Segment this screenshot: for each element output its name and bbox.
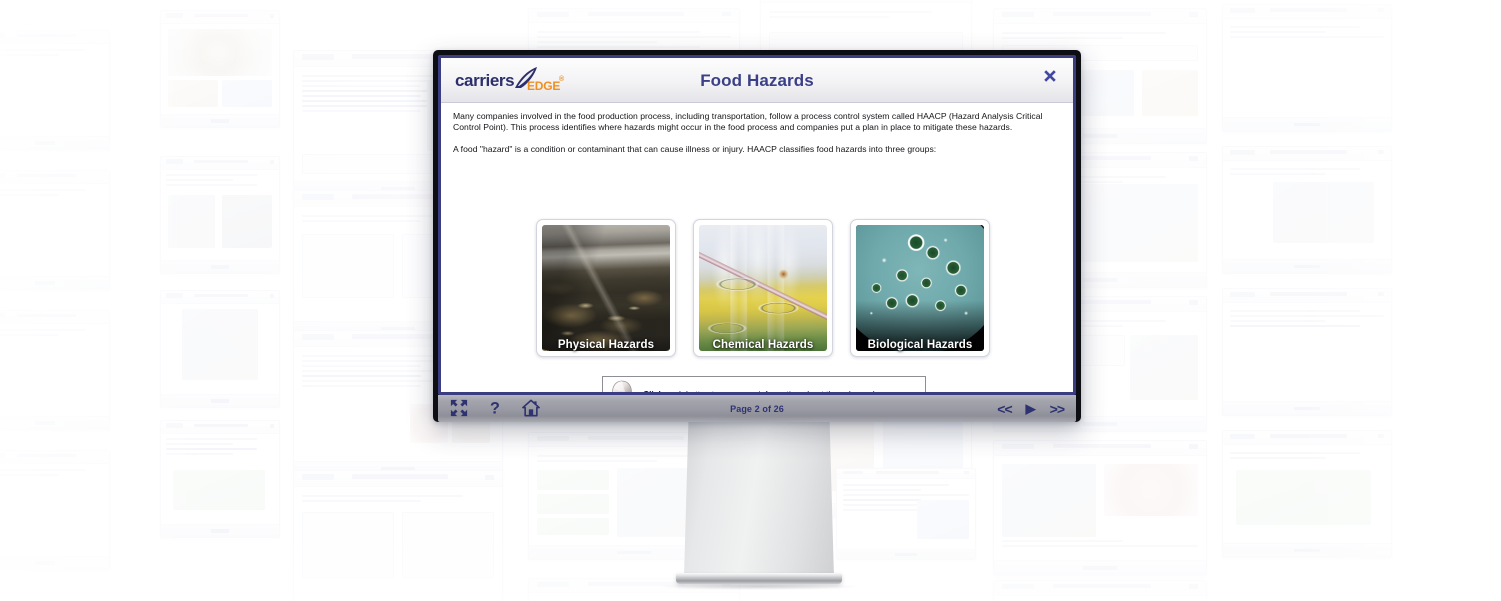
player-toolbar: ? Page 2 of 26 << ▶ >> xyxy=(438,395,1076,422)
close-icon xyxy=(1044,70,1056,82)
background-thumbnail xyxy=(160,10,280,128)
background-thumbnail xyxy=(1222,4,1392,132)
background-thumbnail xyxy=(1222,288,1392,416)
window-body: Many companies involved in the food prod… xyxy=(441,103,1073,392)
monitor-base xyxy=(676,573,842,584)
test-tubes-photo xyxy=(699,225,827,351)
hazard-card-label: Physical Hazards xyxy=(557,339,655,351)
background-thumbnail xyxy=(993,440,1207,576)
monitor-shadow xyxy=(660,583,858,590)
monitor-stand xyxy=(684,418,834,578)
hazard-card-chemical[interactable]: Chemical Hazards xyxy=(693,219,833,357)
hazard-card-label: Chemical Hazards xyxy=(712,339,814,351)
background-thumbnail xyxy=(0,30,110,150)
window-header: carriers EDGE ® Food Hazards xyxy=(441,58,1073,103)
background-thumbnail xyxy=(0,310,110,430)
background-thumbnail xyxy=(160,420,280,538)
petri-dish-photo xyxy=(856,225,984,351)
play-button[interactable]: ▶ xyxy=(1026,401,1036,417)
background-thumbnail xyxy=(0,450,110,570)
background-thumbnail xyxy=(160,290,280,408)
background-thumbnail xyxy=(0,170,110,290)
close-button[interactable] xyxy=(1039,68,1061,90)
hazard-card-physical[interactable]: Physical Hazards xyxy=(536,219,676,357)
hazard-card-row: Physical Hazards Chemical Hazards Biolog… xyxy=(536,219,992,357)
background-thumbnail xyxy=(993,580,1207,601)
mouse-icon xyxy=(612,380,632,392)
next-button[interactable]: >> xyxy=(1050,401,1065,417)
page-indicator: Page 2 of 26 xyxy=(730,403,784,414)
page-title: Food Hazards xyxy=(700,71,814,90)
hazard-card-biological[interactable]: Biological Hazards xyxy=(850,219,990,357)
previous-button[interactable]: << xyxy=(997,401,1012,417)
background-thumbnail xyxy=(836,468,976,560)
instruction-callout: Click each button to see more informatio… xyxy=(602,376,926,392)
window-inner-frame: carriers EDGE ® Food Hazards Many compan… xyxy=(438,55,1076,395)
hazard-card-label: Biological Hazards xyxy=(867,339,973,351)
background-thumbnail xyxy=(293,470,503,601)
screenshot-root: carriers EDGE ® Food Hazards Many compan… xyxy=(0,0,1501,601)
background-thumbnail xyxy=(1222,430,1392,558)
toolbar-right-group: << ▶ >> xyxy=(997,401,1065,417)
background-thumbnail xyxy=(160,156,280,274)
intro-paragraph-1: Many companies involved in the food prod… xyxy=(453,111,1043,133)
debris-photo xyxy=(542,225,670,351)
course-player-window: carriers EDGE ® Food Hazards Many compan… xyxy=(433,50,1081,422)
background-thumbnail xyxy=(1222,146,1392,274)
intro-paragraph-2: A food "hazard" is a condition or contam… xyxy=(453,143,937,154)
